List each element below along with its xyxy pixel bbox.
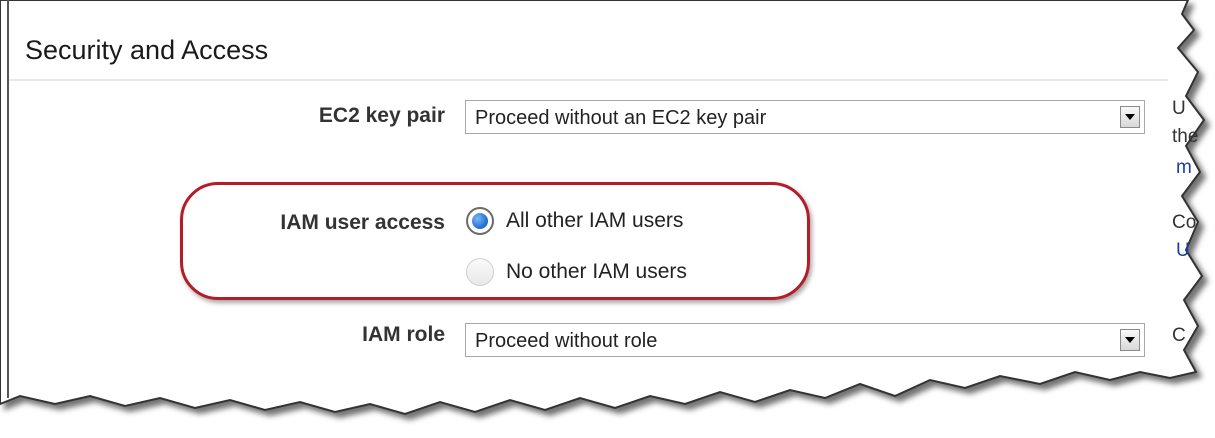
ec2-key-pair-value: Proceed without an EC2 key pair: [475, 107, 767, 129]
side-help-link[interactable]: U: [1176, 240, 1190, 262]
security-and-access-panel: Security and Access EC2 key pair Proceed…: [0, 0, 1215, 438]
iam-role-value: Proceed without role: [475, 330, 658, 352]
iam-role-select[interactable]: Proceed without role: [465, 323, 1145, 357]
side-help-text: C: [1172, 325, 1186, 346]
radio-option-no-users[interactable]: No other IAM users: [466, 258, 687, 286]
side-help-text: the: [1172, 126, 1199, 147]
dropdown-arrow-icon[interactable]: [1120, 106, 1140, 128]
side-help-link[interactable]: m: [1176, 157, 1192, 179]
radio-option-label: All other IAM users: [506, 209, 684, 232]
ec2-key-pair-label: EC2 key pair: [318, 104, 445, 127]
ec2-key-pair-select[interactable]: Proceed without an EC2 key pair: [465, 100, 1145, 134]
side-help-text: Co: [1172, 212, 1197, 233]
iam-role-label: IAM role: [362, 323, 445, 346]
radio-unselected-icon[interactable]: [466, 258, 494, 286]
radio-option-all-users[interactable]: All other IAM users: [466, 207, 683, 235]
radio-selected-icon[interactable]: [466, 207, 494, 235]
side-help-text: U: [1172, 98, 1186, 119]
radio-option-label: No other IAM users: [506, 260, 687, 283]
dropdown-arrow-icon[interactable]: [1120, 329, 1140, 351]
section-title: Security and Access: [25, 35, 269, 65]
iam-user-access-label: IAM user access: [280, 211, 445, 234]
